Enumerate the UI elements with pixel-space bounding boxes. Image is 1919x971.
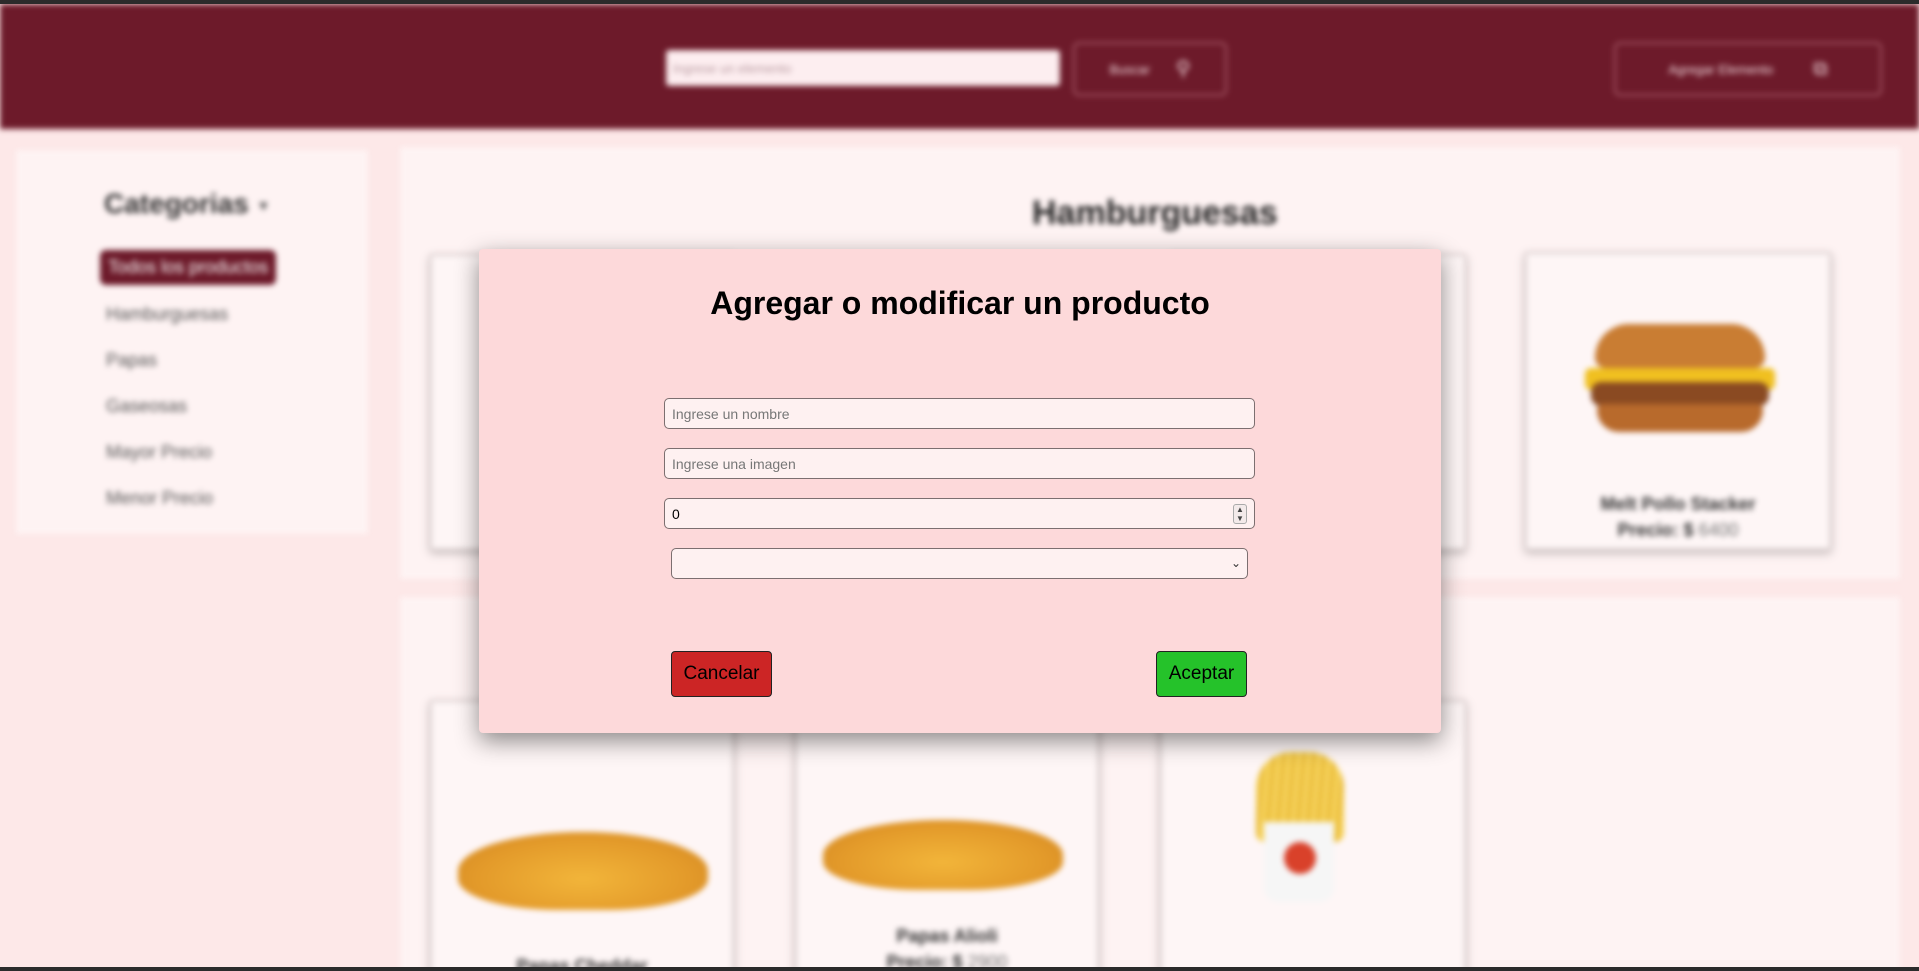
accept-button[interactable]: Aceptar bbox=[1156, 651, 1247, 697]
product-card[interactable]: Papas Cheddar bbox=[430, 700, 734, 967]
fries-box-image bbox=[1256, 752, 1344, 902]
viewport: Ingrese un elemento Buscar ⚲ Agregar Ele… bbox=[0, 4, 1919, 967]
search-icon: ⚲ bbox=[1175, 58, 1191, 80]
sidebar-item-menor-precio[interactable]: Menor Precio bbox=[100, 484, 219, 513]
product-price: Precio: $ 6400 bbox=[1527, 520, 1829, 541]
name-input[interactable] bbox=[664, 398, 1255, 429]
price-label: Precio: $ bbox=[886, 952, 963, 967]
sidebar-item-hamburguesas[interactable]: Hamburguesas bbox=[100, 300, 234, 329]
copy-icon: ⧉ bbox=[1813, 58, 1828, 80]
product-modal: Agregar o modificar un producto 0 ▲▼ ⌄ C… bbox=[479, 249, 1441, 733]
fries-image bbox=[823, 820, 1063, 890]
product-name: Papas Cheddar bbox=[516, 956, 648, 967]
sidebar-item-papas[interactable]: Papas bbox=[100, 346, 163, 375]
add-element-label: Agregar Elemento bbox=[1668, 61, 1774, 77]
product-price: Precio: $ 2900 bbox=[797, 952, 1097, 967]
sidebar-title[interactable]: Categorias ▼ bbox=[104, 188, 270, 220]
category-select[interactable]: ⌄ bbox=[671, 548, 1248, 579]
product-card[interactable]: Papas Alioli Precio: $ 2900 bbox=[795, 700, 1099, 967]
price-label: Precio: $ bbox=[1617, 520, 1694, 540]
sidebar: Categorias ▼ Todos los productos Hamburg… bbox=[16, 150, 368, 534]
section-title: Hamburguesas bbox=[1032, 194, 1278, 232]
sidebar-item-gaseosas[interactable]: Gaseosas bbox=[100, 392, 193, 421]
price-value: 6400 bbox=[1698, 520, 1739, 540]
caret-down-icon: ▼ bbox=[256, 197, 271, 214]
sidebar-item-todos[interactable]: Todos los productos bbox=[100, 250, 277, 285]
image-input[interactable] bbox=[664, 448, 1255, 479]
search-button-label: Buscar bbox=[1109, 61, 1150, 77]
product-card[interactable]: Melt Pollo Stacker Precio: $ 6400 bbox=[1525, 252, 1831, 550]
product-name: Melt Pollo Stacker bbox=[1600, 494, 1756, 514]
price-value: 2900 bbox=[967, 952, 1008, 967]
modal-title: Agregar o modificar un producto bbox=[710, 285, 1210, 321]
add-element-button[interactable]: Agregar Elemento ⧉ bbox=[1614, 42, 1882, 96]
header: Ingrese un elemento Buscar ⚲ Agregar Ele… bbox=[0, 4, 1919, 129]
product-name: Papas Alioli bbox=[896, 926, 998, 946]
fries-image bbox=[458, 832, 708, 910]
product-card[interactable] bbox=[1160, 700, 1466, 967]
sidebar-title-label: Categorias bbox=[104, 188, 249, 219]
search-input[interactable]: Ingrese un elemento bbox=[666, 50, 1060, 86]
spinner-arrows-icon[interactable]: ▲ ▼ bbox=[1233, 503, 1247, 524]
cancel-button[interactable]: Cancelar bbox=[671, 651, 772, 697]
sidebar-item-mayor-precio[interactable]: Mayor Precio bbox=[100, 438, 218, 467]
chevron-down-icon: ⌄ bbox=[1230, 556, 1241, 570]
number-value: 0 bbox=[672, 505, 680, 522]
price-number-input[interactable]: 0 ▲ ▼ bbox=[664, 498, 1255, 529]
burger-image bbox=[1585, 324, 1775, 434]
search-button[interactable]: Buscar ⚲ bbox=[1073, 42, 1227, 96]
